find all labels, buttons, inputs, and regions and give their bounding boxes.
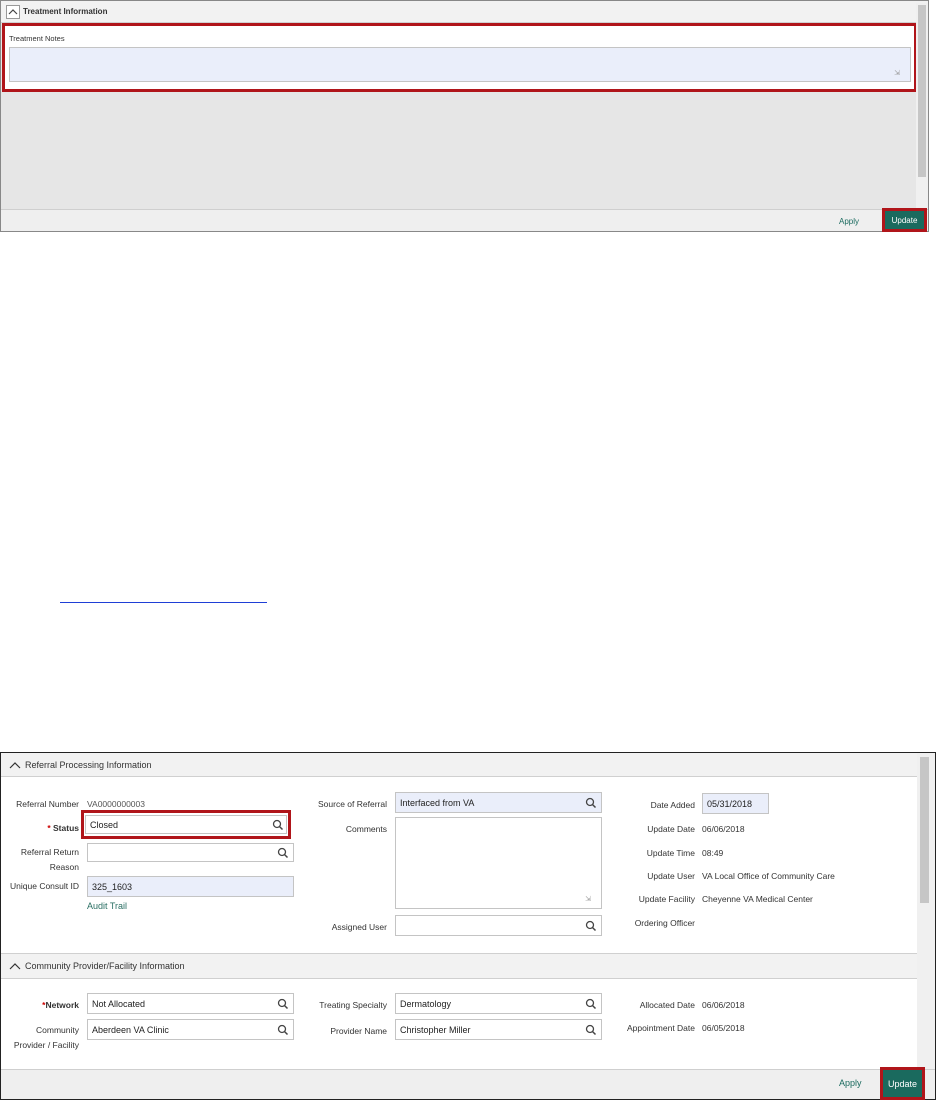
search-icon[interactable] bbox=[585, 1024, 597, 1036]
collapse-chevron-icon[interactable] bbox=[9, 960, 21, 972]
referral-section-header[interactable]: Referral Processing Information bbox=[1, 753, 917, 777]
update-user-value: VA Local Office of Community Care bbox=[702, 871, 835, 881]
section-title: Treatment Information bbox=[23, 7, 108, 16]
vertical-scrollbar[interactable] bbox=[916, 3, 928, 209]
comments-label: Comments bbox=[345, 824, 387, 834]
search-icon[interactable] bbox=[277, 847, 289, 859]
link-underline[interactable] bbox=[60, 602, 267, 603]
community-provider-field[interactable]: Aberdeen VA Clinic bbox=[87, 1019, 294, 1040]
vertical-scrollbar[interactable] bbox=[917, 753, 935, 1069]
update-date-value: 06/06/2018 bbox=[702, 824, 745, 834]
treating-specialty-field[interactable]: Dermatology bbox=[395, 993, 602, 1014]
update-user-label: Update User bbox=[647, 871, 695, 881]
collapse-chevron-icon[interactable] bbox=[9, 759, 21, 771]
status-label: * Status bbox=[47, 823, 79, 833]
search-icon[interactable] bbox=[277, 998, 289, 1010]
comments-textarea[interactable]: ⇲ bbox=[395, 817, 602, 909]
status-field[interactable]: Closed bbox=[85, 815, 287, 834]
referral-screenshot: Referral Processing Information Referral… bbox=[0, 752, 936, 1100]
update-date-label: Update Date bbox=[647, 824, 695, 834]
community-provider-label: Community Provider / Facility bbox=[13, 1025, 79, 1050]
treating-specialty-label: Treating Specialty bbox=[319, 1000, 387, 1010]
collapse-chevron-icon[interactable] bbox=[6, 4, 20, 19]
apply-link[interactable]: Apply bbox=[839, 1078, 862, 1088]
search-icon[interactable] bbox=[585, 797, 597, 809]
return-reason-field[interactable] bbox=[87, 843, 294, 862]
ordering-officer-label: Ordering Officer bbox=[634, 918, 695, 928]
update-time-label: Update Time bbox=[646, 848, 695, 858]
network-label: *Network bbox=[42, 1000, 79, 1010]
section-title: Referral Processing Information bbox=[25, 759, 152, 770]
resize-icon: ⇲ bbox=[894, 70, 900, 77]
referral-number-label: Referral Number bbox=[16, 799, 79, 809]
update-button[interactable]: Update bbox=[885, 211, 924, 229]
community-section-header[interactable]: Community Provider/Facility Information bbox=[1, 953, 917, 979]
treatment-notes-label: Treatment Notes bbox=[9, 34, 65, 43]
search-icon[interactable] bbox=[277, 1024, 289, 1036]
provider-name-field[interactable]: Christopher Miller bbox=[395, 1019, 602, 1040]
referral-footer bbox=[1, 1069, 935, 1099]
update-facility-label: Update Facility bbox=[638, 894, 695, 904]
appointment-date-value: 06/05/2018 bbox=[702, 1023, 745, 1033]
source-of-referral-label: Source of Referral bbox=[318, 799, 387, 809]
search-icon[interactable] bbox=[585, 998, 597, 1010]
scrollbar-thumb[interactable] bbox=[918, 5, 926, 177]
consult-id-label: Unique Consult ID bbox=[10, 881, 79, 891]
apply-link[interactable]: Apply bbox=[839, 217, 859, 226]
update-facility-value: Cheyenne VA Medical Center bbox=[702, 894, 813, 904]
update-time-value: 08:49 bbox=[702, 848, 724, 858]
referral-number-value: VA0000000003 bbox=[87, 799, 145, 809]
date-added-label: Date Added bbox=[650, 800, 695, 810]
update-button[interactable]: Update bbox=[883, 1070, 922, 1097]
resize-icon: ⇲ bbox=[585, 896, 591, 903]
treatment-section-header[interactable]: Treatment Information bbox=[1, 1, 928, 23]
scrollbar-thumb[interactable] bbox=[920, 757, 929, 903]
section-title: Community Provider/Facility Information bbox=[25, 961, 185, 971]
search-icon[interactable] bbox=[272, 819, 284, 831]
network-field[interactable]: Not Allocated bbox=[87, 993, 294, 1014]
provider-name-label: Provider Name bbox=[330, 1026, 387, 1036]
allocated-date-label: Allocated Date bbox=[639, 1000, 695, 1010]
treatment-notes-textarea[interactable]: ⇲ bbox=[9, 47, 911, 82]
assigned-user-field[interactable] bbox=[395, 915, 602, 936]
return-reason-label: Referral Return Reason bbox=[20, 847, 79, 872]
consult-id-field[interactable]: 325_1603 bbox=[87, 876, 294, 897]
allocated-date-value: 06/06/2018 bbox=[702, 1000, 745, 1010]
appointment-date-label: Appointment Date bbox=[626, 1023, 695, 1033]
search-icon[interactable] bbox=[585, 920, 597, 932]
source-of-referral-field[interactable]: Interfaced from VA bbox=[395, 792, 602, 813]
required-marker: * bbox=[47, 823, 51, 833]
date-added-field[interactable]: 05/31/2018 bbox=[702, 793, 769, 814]
treatment-footer bbox=[1, 209, 928, 231]
assigned-user-label: Assigned User bbox=[331, 922, 387, 932]
treatment-screenshot: Treatment Information Treatment Notes ⇲ … bbox=[0, 0, 929, 232]
audit-trail-link[interactable]: Audit Trail bbox=[87, 901, 127, 911]
